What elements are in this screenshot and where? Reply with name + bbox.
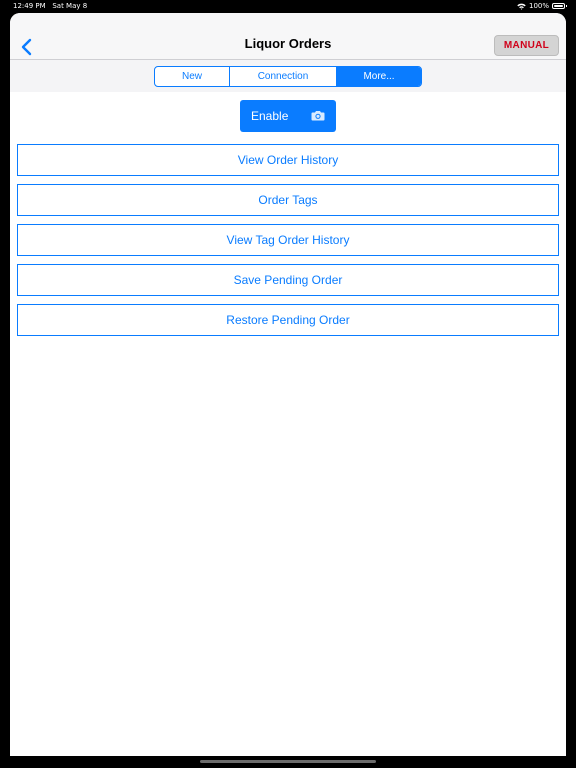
page-title: Liquor Orders <box>244 36 332 51</box>
status-time: 12:49 PM Sat May 8 <box>13 2 87 10</box>
app-screen: Liquor Orders MANUAL New Connection More… <box>10 13 566 756</box>
more-menu-list: View Order History Order Tags View Tag O… <box>17 144 559 344</box>
segment-new[interactable]: New <box>155 67 229 86</box>
segment-connection[interactable]: Connection <box>229 67 336 86</box>
battery-icon <box>552 3 567 9</box>
restore-pending-order-button[interactable]: Restore Pending Order <box>17 304 559 336</box>
wifi-icon <box>517 3 526 10</box>
status-bar: 12:49 PM Sat May 8 100% <box>0 0 576 13</box>
segment-more[interactable]: More... <box>336 67 421 86</box>
segment-strip: New Connection More... <box>10 60 566 92</box>
view-tag-order-history-button[interactable]: View Tag Order History <box>17 224 559 256</box>
manual-button[interactable]: MANUAL <box>494 35 559 56</box>
navigation-bar: Liquor Orders MANUAL <box>10 13 566 60</box>
segmented-control: New Connection More... <box>154 66 422 87</box>
home-indicator[interactable] <box>200 760 376 763</box>
view-order-history-button[interactable]: View Order History <box>17 144 559 176</box>
enable-label: Enable <box>251 109 289 123</box>
save-pending-order-button[interactable]: Save Pending Order <box>17 264 559 296</box>
status-time-text: 12:49 PM <box>13 2 46 10</box>
order-tags-button[interactable]: Order Tags <box>17 184 559 216</box>
camera-icon <box>311 110 325 121</box>
enable-button[interactable]: Enable <box>240 100 336 132</box>
status-date-text: Sat May 8 <box>52 2 88 10</box>
battery-percent: 100% <box>528 2 549 10</box>
status-indicators: 100% <box>517 2 567 10</box>
